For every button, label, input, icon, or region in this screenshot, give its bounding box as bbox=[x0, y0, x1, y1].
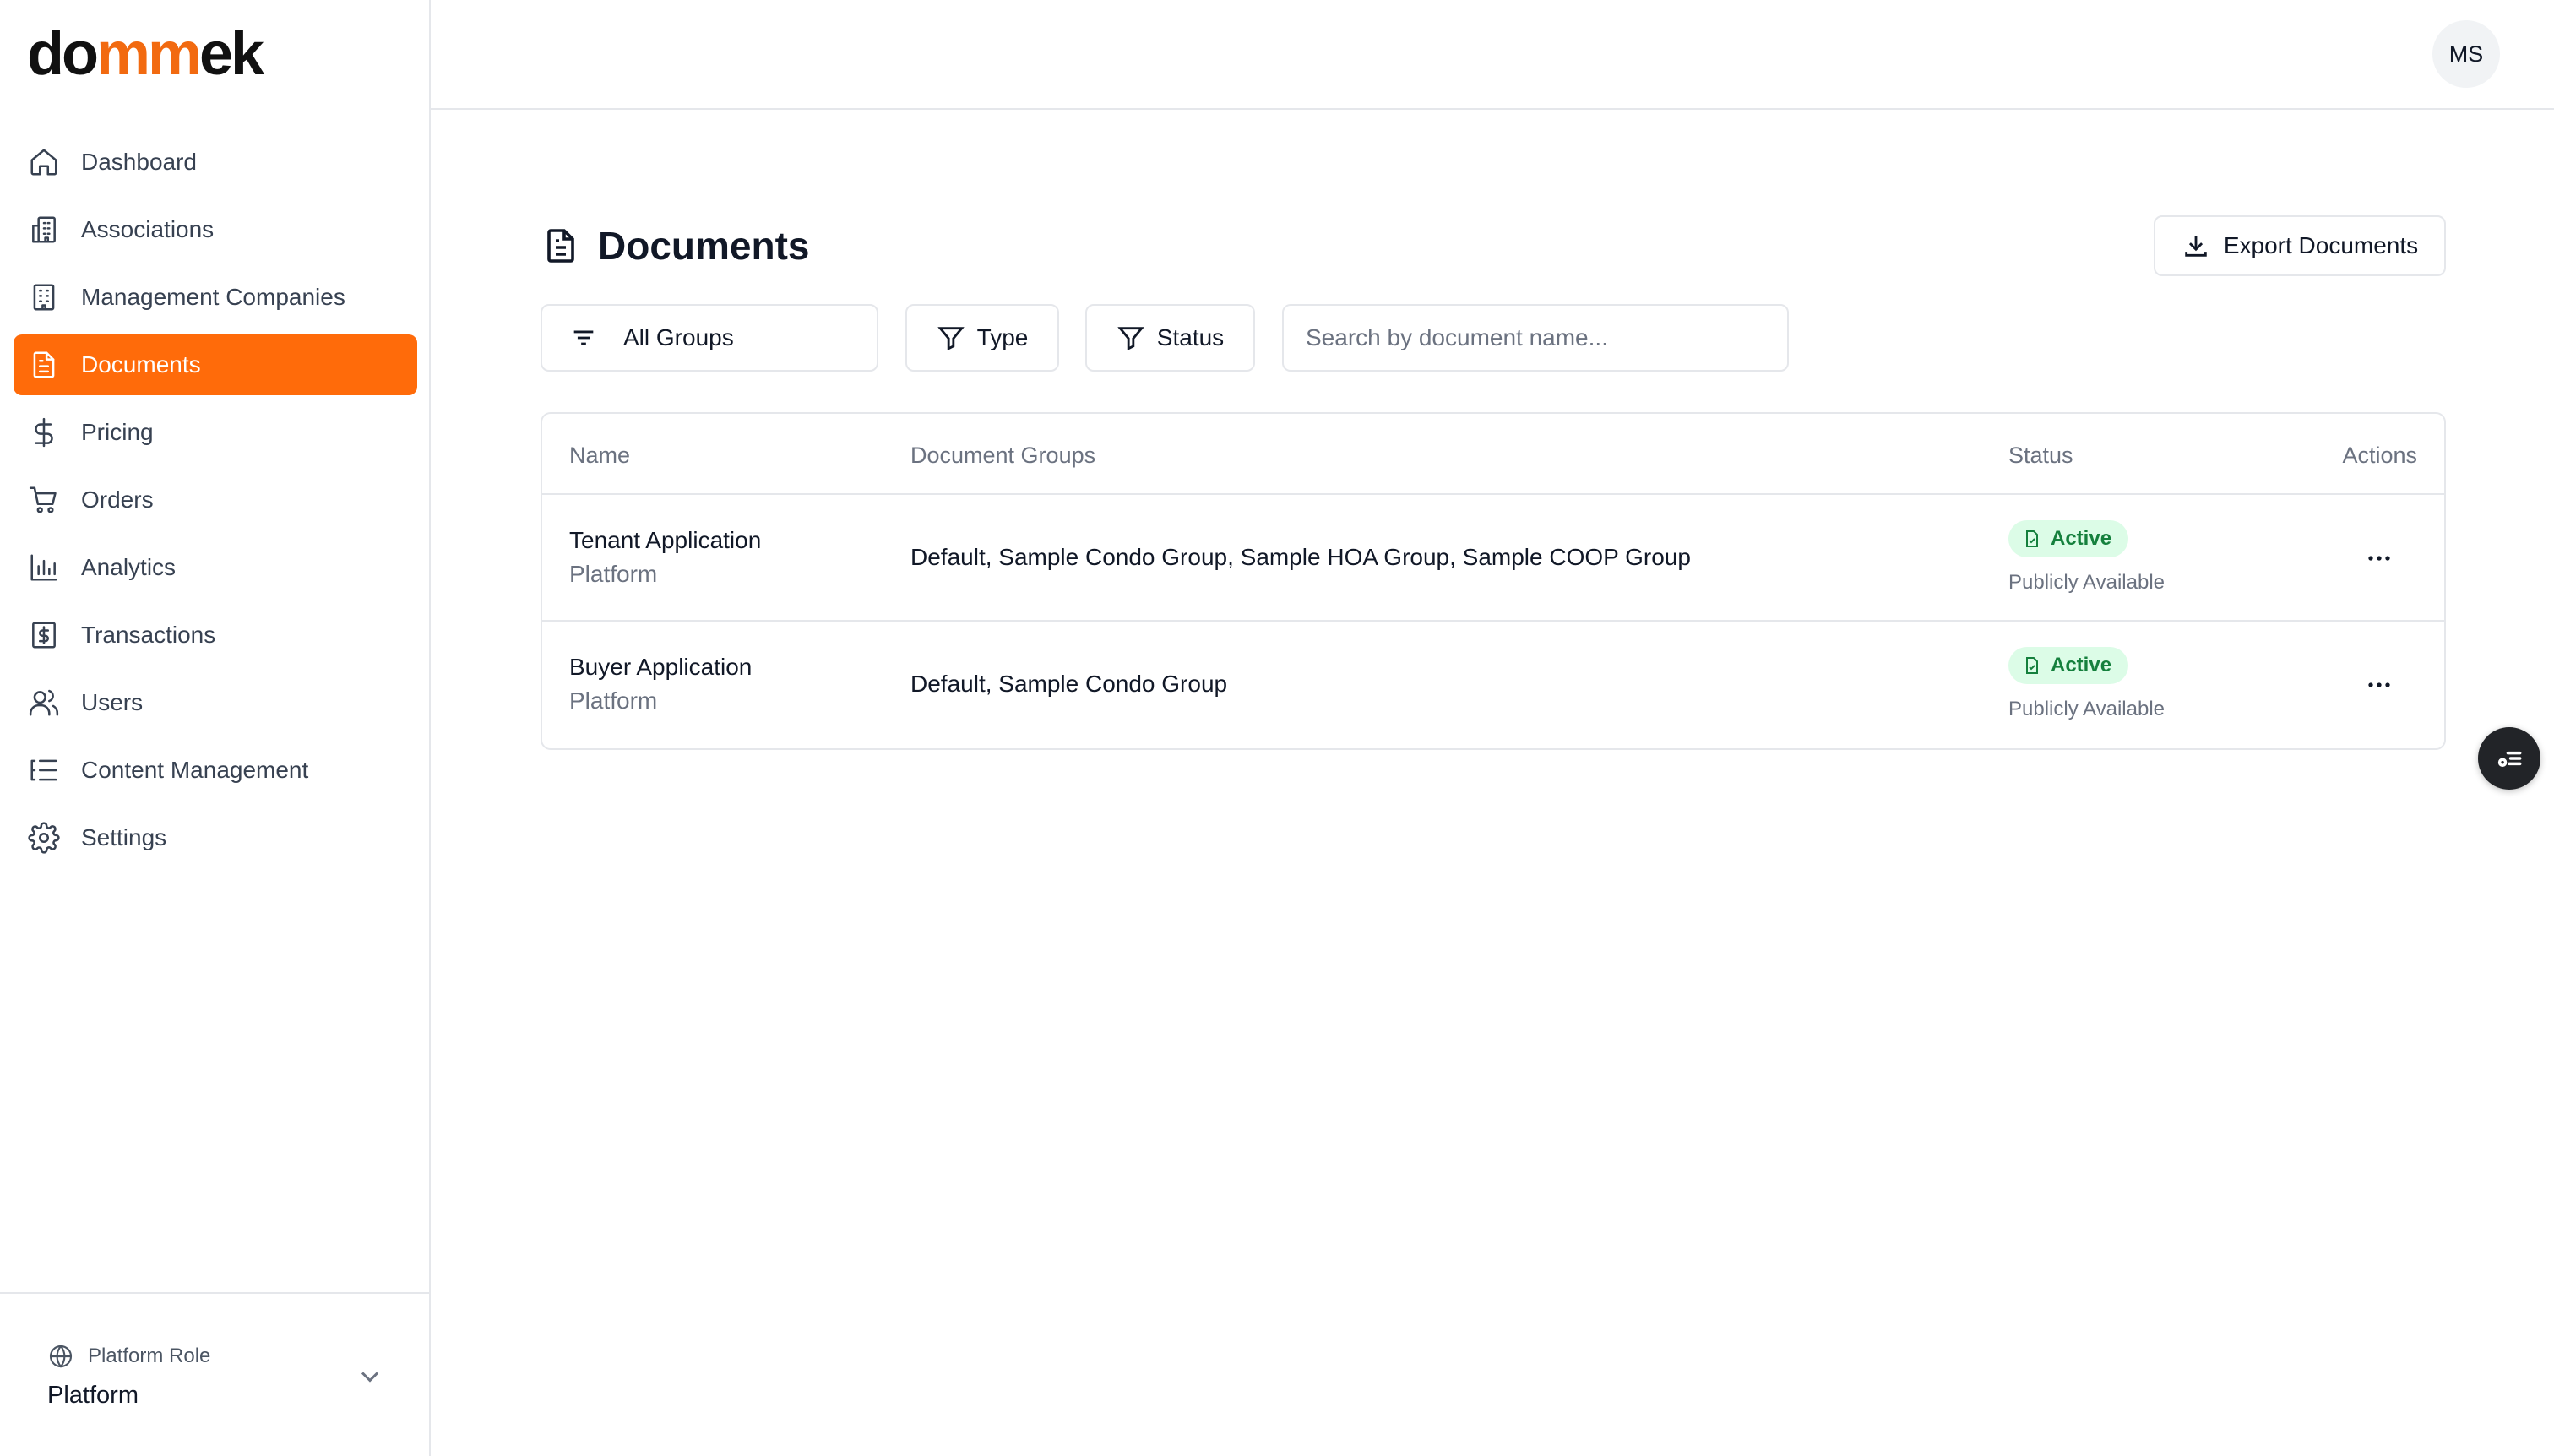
sidebar-item-content-management[interactable]: Content Management bbox=[14, 740, 417, 801]
sidebar-item-label: Orders bbox=[81, 486, 154, 513]
sidebar: dommek Dashboard Associations Management… bbox=[0, 0, 431, 1456]
role-switcher[interactable]: Platform Role Platform bbox=[0, 1292, 429, 1456]
brand-logo[interactable]: dommek bbox=[27, 24, 264, 84]
building-icon bbox=[27, 213, 61, 247]
availability-text: Publicly Available bbox=[2008, 571, 2165, 594]
table-header: Name Document Groups Status Actions bbox=[542, 414, 2444, 495]
sidebar-item-label: Pricing bbox=[81, 419, 154, 445]
top-bar: MS bbox=[431, 0, 2554, 110]
page-title: Documents bbox=[598, 224, 810, 268]
type-filter[interactable]: Type bbox=[905, 304, 1059, 372]
office-building-icon bbox=[27, 280, 61, 314]
table-row[interactable]: Buyer Application Platform Default, Samp… bbox=[542, 622, 2444, 748]
document-search-input[interactable] bbox=[1282, 304, 1789, 372]
funnel-icon bbox=[1117, 327, 1144, 351]
role-label: Platform Role bbox=[88, 1345, 211, 1367]
role-value: Platform bbox=[47, 1382, 139, 1409]
sidebar-item-label: Associations bbox=[81, 216, 215, 242]
role-label-row: Platform Role bbox=[47, 1343, 210, 1370]
document-source: Platform bbox=[569, 561, 658, 587]
sidebar-item-label: Documents bbox=[81, 351, 201, 378]
column-header-status[interactable]: Status bbox=[2008, 443, 2073, 469]
documents-table: Name Document Groups Status Actions Tena… bbox=[541, 412, 2446, 750]
sidebar-item-label: Content Management bbox=[81, 757, 309, 783]
dollar-icon bbox=[27, 416, 61, 449]
document-name[interactable]: Tenant Application bbox=[569, 527, 761, 554]
status-badge-label: Active bbox=[2051, 654, 2112, 676]
status-badge: Active bbox=[2008, 520, 2129, 557]
logo-suffix: ek bbox=[199, 20, 264, 88]
cart-icon bbox=[27, 483, 61, 517]
page-header: Documents bbox=[541, 223, 809, 269]
sidebar-item-documents[interactable]: Documents bbox=[14, 334, 417, 395]
home-icon bbox=[27, 145, 61, 179]
user-avatar[interactable]: MS bbox=[2432, 20, 2500, 88]
bar-chart-icon bbox=[27, 551, 61, 584]
sidebar-item-settings[interactable]: Settings bbox=[14, 807, 417, 868]
list-settings-icon bbox=[2497, 751, 2522, 767]
globe-icon bbox=[49, 1345, 73, 1368]
row-actions-button[interactable] bbox=[2358, 664, 2400, 706]
column-header-groups[interactable]: Document Groups bbox=[910, 443, 1095, 469]
sidebar-item-pricing[interactable]: Pricing bbox=[14, 402, 417, 463]
status-filter[interactable]: Status bbox=[1085, 304, 1255, 372]
funnel-icon bbox=[937, 327, 965, 351]
table-row[interactable]: Tenant Application Platform Default, Sam… bbox=[542, 495, 2444, 622]
download-icon bbox=[2185, 236, 2207, 257]
file-check-icon bbox=[2026, 530, 2038, 547]
sidebar-item-associations[interactable]: Associations bbox=[14, 199, 417, 260]
document-name[interactable]: Buyer Application bbox=[569, 654, 752, 681]
receipt-dollar-icon bbox=[27, 618, 61, 652]
filter-lines-icon bbox=[573, 330, 594, 345]
status-filter-label: Status bbox=[1156, 324, 1225, 350]
sidebar-nav: Dashboard Associations Management Compan… bbox=[14, 132, 417, 875]
type-filter-label: Type bbox=[976, 324, 1029, 350]
document-source: Platform bbox=[569, 687, 658, 714]
sidebar-item-management-companies[interactable]: Management Companies bbox=[14, 267, 417, 328]
status-badge: Active bbox=[2008, 647, 2129, 684]
document-groups: Default, Sample Condo Group bbox=[910, 671, 1228, 697]
gear-icon bbox=[27, 821, 61, 855]
more-horizontal-icon bbox=[2368, 556, 2390, 561]
floating-menu-button[interactable] bbox=[2478, 727, 2540, 790]
users-icon bbox=[27, 686, 61, 720]
availability-text: Publicly Available bbox=[2008, 698, 2165, 720]
sidebar-item-transactions[interactable]: Transactions bbox=[14, 605, 417, 666]
column-header-actions: Actions bbox=[2342, 443, 2417, 468]
status-badge-label: Active bbox=[2051, 527, 2112, 550]
list-tree-icon bbox=[27, 753, 61, 787]
sidebar-item-label: Users bbox=[81, 689, 144, 715]
sidebar-item-label: Management Companies bbox=[81, 284, 345, 310]
sidebar-item-dashboard[interactable]: Dashboard bbox=[14, 132, 417, 193]
groups-filter[interactable]: All Groups bbox=[541, 304, 878, 372]
sidebar-item-users[interactable]: Users bbox=[14, 672, 417, 733]
groups-filter-label: All Groups bbox=[623, 324, 734, 350]
sidebar-item-analytics[interactable]: Analytics bbox=[14, 537, 417, 598]
export-documents-label: Export Documents bbox=[2223, 232, 2419, 258]
export-documents-button[interactable]: Export Documents bbox=[2154, 215, 2446, 276]
file-check-icon bbox=[2026, 657, 2038, 674]
sidebar-item-orders[interactable]: Orders bbox=[14, 470, 417, 530]
more-horizontal-icon bbox=[2368, 682, 2390, 687]
document-groups: Default, Sample Condo Group, Sample HOA … bbox=[910, 544, 1691, 570]
column-header-name[interactable]: Name bbox=[569, 443, 630, 469]
sidebar-item-label: Transactions bbox=[81, 622, 216, 648]
document-icon bbox=[547, 229, 574, 263]
document-icon bbox=[27, 348, 61, 382]
sidebar-item-label: Analytics bbox=[81, 554, 177, 580]
sidebar-item-label: Dashboard bbox=[81, 149, 197, 175]
logo-prefix: do bbox=[27, 20, 99, 88]
logo-accent: mm bbox=[95, 20, 202, 88]
chevron-down-icon[interactable] bbox=[355, 1361, 385, 1392]
row-actions-button[interactable] bbox=[2358, 537, 2400, 579]
sidebar-item-label: Settings bbox=[81, 824, 167, 850]
